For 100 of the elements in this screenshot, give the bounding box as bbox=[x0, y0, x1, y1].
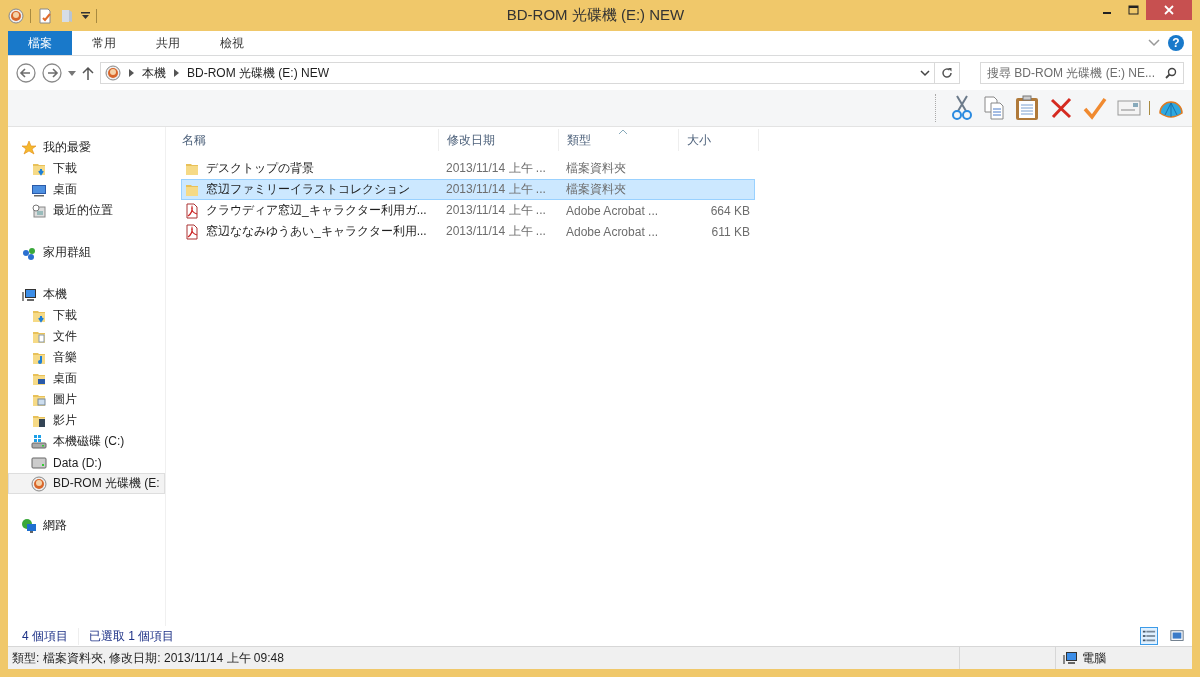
column-header[interactable]: 類型 bbox=[559, 129, 679, 151]
forward-button[interactable] bbox=[42, 63, 62, 83]
paste-button[interactable] bbox=[1013, 93, 1041, 123]
computer-icon bbox=[1062, 650, 1078, 666]
copy-icon bbox=[983, 95, 1005, 121]
sidebar-label: Data (D:) bbox=[53, 455, 102, 470]
close-button[interactable] bbox=[1146, 0, 1192, 20]
sidebar-label: 家用群組 bbox=[43, 244, 91, 261]
properties-icon[interactable] bbox=[37, 7, 53, 24]
sidebar-label: BD-ROM 光碟機 (E: bbox=[53, 475, 160, 492]
cut-button[interactable] bbox=[949, 93, 975, 123]
sidebar-label: 圖片 bbox=[53, 391, 77, 408]
ribbon-tab[interactable]: 常用 bbox=[72, 31, 136, 55]
date-cell-text: 2013/11/14 上午 ... bbox=[445, 181, 547, 198]
date-cell-text: 2013/11/14 上午 ... bbox=[445, 202, 547, 219]
star-icon bbox=[21, 139, 37, 156]
file-name: クラウディア窓辺_キャラクター利用ガ... bbox=[206, 202, 427, 219]
sidebar-item[interactable]: BD-ROM 光碟機 (E: bbox=[8, 473, 165, 494]
expand-ribbon-icon[interactable] bbox=[1148, 39, 1160, 47]
pdf-icon bbox=[184, 202, 200, 219]
sidebar-item[interactable]: 桌面 bbox=[8, 368, 165, 389]
up-arrow-icon[interactable] bbox=[82, 66, 94, 80]
close-icon bbox=[1164, 5, 1174, 15]
column-header[interactable]: 修改日期 bbox=[439, 129, 559, 151]
disc-drive-icon bbox=[31, 475, 47, 492]
file-row[interactable]: 窓辺ファミリーイラストコレクション 2013/11/14 上午 ... 檔案資料夾 bbox=[181, 179, 755, 200]
size-cell-text: 664 KB bbox=[709, 203, 751, 218]
scissors-icon bbox=[951, 95, 973, 121]
back-button[interactable] bbox=[16, 63, 36, 83]
customize-dropdown-icon[interactable] bbox=[81, 11, 90, 20]
breadcrumb[interactable]: 本機 bbox=[142, 64, 166, 82]
size-cell-text: 611 KB bbox=[710, 224, 751, 239]
sidebar-item[interactable]: 影片 bbox=[8, 410, 165, 431]
sidebar-item[interactable]: 本機 bbox=[8, 284, 165, 305]
ribbon-tab[interactable]: 檔案 bbox=[8, 31, 72, 55]
sidebar-item[interactable]: 本機磁碟 (C:) bbox=[8, 431, 165, 452]
ribbon-tab[interactable]: 共用 bbox=[136, 31, 200, 55]
sidebar-item[interactable]: 圖片 bbox=[8, 389, 165, 410]
breadcrumb[interactable]: BD-ROM 光碟機 (E:) NEW bbox=[187, 64, 329, 82]
date-cell-text: 2013/11/14 上午 ... bbox=[445, 160, 547, 177]
details-view-icon bbox=[1142, 629, 1156, 643]
sidebar-label: 本機磁碟 (C:) bbox=[53, 433, 125, 450]
sidebar-label: 桌面 bbox=[53, 181, 77, 198]
app-icon[interactable] bbox=[8, 7, 24, 24]
back-icon bbox=[16, 63, 36, 83]
search-field[interactable]: 搜尋 BD-ROM 光碟機 (E:) NE... bbox=[980, 62, 1184, 84]
recent-locations-dropdown-icon[interactable] bbox=[68, 70, 76, 76]
address-bar[interactable]: 本機 BD-ROM 光碟機 (E:) NEW bbox=[100, 62, 935, 84]
envelope-icon bbox=[1117, 99, 1141, 117]
selected-count: 已選取 1 個項目 bbox=[89, 627, 175, 645]
large-icons-view-icon bbox=[1170, 629, 1184, 643]
file-row[interactable]: 窓辺ななみゆうあい_キャラクター利用... 2013/11/14 上午 ... Adobe Acrobat ... 611 KB bbox=[181, 221, 755, 242]
forward-icon bbox=[42, 63, 62, 83]
breadcrumb-arrow-icon[interactable] bbox=[129, 69, 134, 77]
clipboard-icon bbox=[1015, 95, 1039, 121]
sidebar-item[interactable]: 我的最愛 bbox=[8, 137, 165, 158]
sidebar-label: 音樂 bbox=[53, 349, 77, 366]
sidebar-item[interactable]: 最近的位置 bbox=[8, 200, 165, 221]
column-header[interactable]: 大小 bbox=[679, 129, 759, 151]
file-row[interactable]: デスクトップの背景 2013/11/14 上午 ... 檔案資料夾 bbox=[181, 158, 755, 179]
pdf-icon bbox=[184, 223, 200, 240]
sort-ascending-icon bbox=[618, 130, 627, 134]
disc-drive-icon bbox=[105, 65, 121, 81]
refresh-icon bbox=[941, 67, 953, 79]
item-count: 4 個項目 bbox=[22, 627, 79, 645]
type-cell-text: Adobe Acrobat ... bbox=[565, 224, 660, 239]
sidebar-label: 本機 bbox=[43, 286, 67, 303]
sidebar-item[interactable]: Data (D:) bbox=[8, 452, 165, 473]
sidebar-item[interactable]: 文件 bbox=[8, 326, 165, 347]
delete-icon bbox=[1049, 96, 1073, 120]
address-dropdown-icon[interactable] bbox=[920, 69, 930, 77]
zone-label: 電腦 bbox=[1082, 649, 1106, 667]
sidebar-label: 下載 bbox=[53, 160, 77, 177]
sidebar-item[interactable]: 網路 bbox=[8, 515, 165, 536]
sidebar-item[interactable]: 桌面 bbox=[8, 179, 165, 200]
type-cell-text: 檔案資料夾 bbox=[565, 181, 627, 198]
sidebar-item[interactable]: 家用群組 bbox=[8, 242, 165, 263]
maximize-icon bbox=[1127, 5, 1139, 15]
sidebar-item[interactable]: 下載 bbox=[8, 305, 165, 326]
column-header[interactable]: 名稱 bbox=[174, 129, 439, 151]
network-icon bbox=[21, 517, 37, 534]
sidebar-label: 網路 bbox=[43, 517, 67, 534]
search-icon bbox=[1165, 67, 1177, 79]
rename-button[interactable] bbox=[1115, 97, 1143, 119]
breadcrumb-arrow-icon[interactable] bbox=[174, 69, 179, 77]
refresh-button[interactable] bbox=[934, 62, 960, 84]
sidebar-item[interactable]: 下載 bbox=[8, 158, 165, 179]
file-name: 窓辺ファミリーイラストコレクション bbox=[206, 181, 410, 198]
file-row[interactable]: クラウディア窓辺_キャラクター利用ガ... 2013/11/14 上午 ... Adobe Acrobat ... 664 KB bbox=[181, 200, 755, 221]
status-text: 類型: 檔案資料夾, 修改日期: 2013/11/14 上午 09:48 bbox=[12, 649, 285, 667]
window-title: BD-ROM 光碟機 (E:) NEW bbox=[505, 6, 686, 25]
minimize-icon bbox=[1103, 12, 1111, 14]
sidebar-item[interactable]: 音樂 bbox=[8, 347, 165, 368]
recent-places-icon bbox=[31, 202, 47, 219]
view-button[interactable] bbox=[1140, 627, 1158, 645]
file-name: デスクトップの背景 bbox=[206, 160, 314, 177]
ribbon-tab[interactable]: 檢視 bbox=[200, 31, 264, 55]
sidebar-label: 影片 bbox=[53, 412, 77, 429]
sidebar-label: 下載 bbox=[53, 307, 77, 324]
help-button[interactable]: ? bbox=[1168, 35, 1184, 51]
